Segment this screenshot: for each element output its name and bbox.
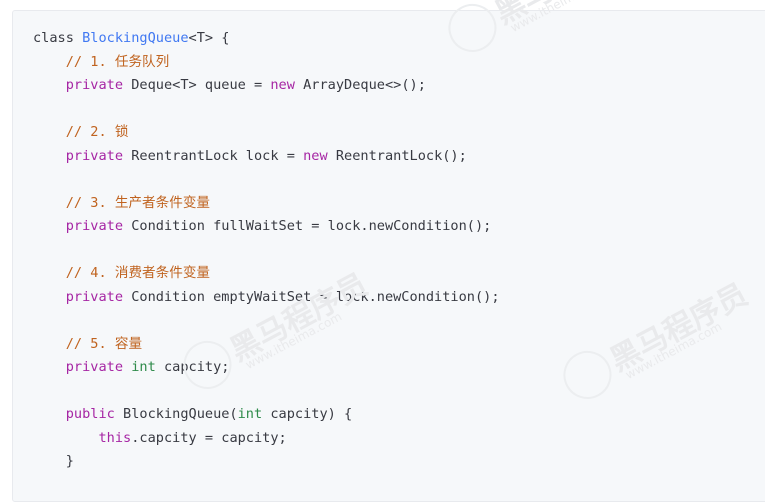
code-token-plain: capcity) { [262,406,353,422]
code-token-plain: .capcity = capcity; [131,429,287,446]
code-token-comment: // 1. 任务队列 [65,53,170,70]
code-token-keyword: private [65,218,124,234]
code-token-keyword: this [98,429,132,446]
code-line: private ReentrantLock lock = new Reentra… [33,145,500,169]
code-token-plain: Deque<T> queue = [123,77,271,93]
code-lines: class BlockingQueue<T> { // 1. 任务队列 priv… [33,27,500,474]
code-token-plain: Condition emptyWaitSet = lock.newConditi… [123,288,500,305]
code-token-type: int [237,406,263,422]
code-token-type: int [131,359,156,375]
code-line: // 4. 消费者条件变量 [33,262,500,286]
code-token-keyword: public [65,406,115,422]
code-token-comment: // 4. 消费者条件变量 [65,265,211,281]
code-token-comment: // 2. 锁 [65,124,129,140]
code-line: } [33,450,500,474]
code-token-comment: // 5. 容量 [65,335,143,352]
code-token-plain: class [33,30,83,46]
code-line: // 2. 锁 [33,121,500,145]
code-line: private Condition emptyWaitSet = lock.ne… [33,286,500,310]
code-line: public BlockingQueue(int capcity) { [33,403,500,427]
code-token-comment: // 3. 生产者条件变量 [65,194,211,211]
code-token-class: BlockingQueue [82,30,189,46]
code-line: // 5. 容量 [33,333,500,357]
code-line: private Deque<T> queue = new ArrayDeque<… [33,74,500,98]
code-token-keyword: private [65,359,124,375]
code-token-keyword: private [65,147,124,164]
code-block: class BlockingQueue<T> { // 1. 任务队列 priv… [12,10,765,502]
code-token-plain: BlockingQueue( [114,406,238,422]
code-token-keyword: private [65,77,124,93]
code-token-plain: capcity; [155,359,230,375]
code-line: this.capcity = capcity; [33,427,500,451]
code-token-keyword: private [65,288,124,305]
code-line: class BlockingQueue<T> { [33,27,500,51]
code-token-plain: } [33,453,74,469]
code-token-keyword: new [303,147,328,164]
code-token-plain: ReentrantLock(); [327,147,467,164]
code-line: // 1. 任务队列 [33,51,500,75]
code-line: // 3. 生产者条件变量 [33,192,500,216]
code-token-plain: ArrayDeque<>(); [294,77,426,93]
code-token-plain: <T> { [188,30,230,46]
code-token-plain: ReentrantLock lock = [123,147,304,164]
code-line: private int capcity; [33,356,500,380]
code-token-plain: Condition fullWaitSet = lock.newConditio… [123,218,492,234]
code-token-keyword: new [270,77,295,93]
code-line: private Condition fullWaitSet = lock.new… [33,215,500,239]
